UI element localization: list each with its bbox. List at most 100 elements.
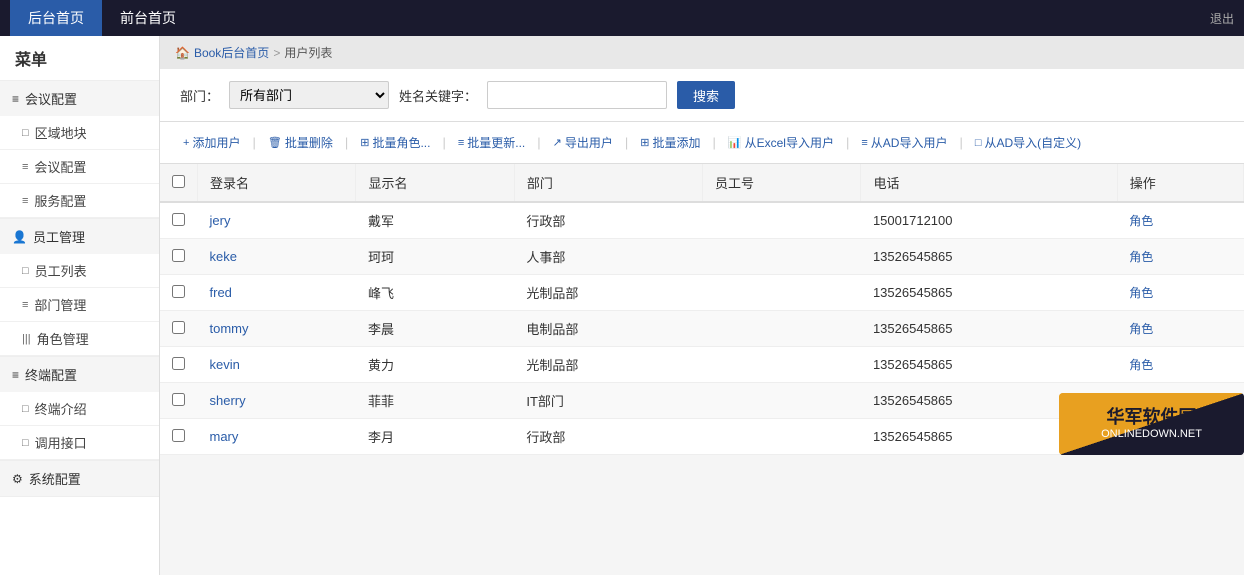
role-op-btn[interactable]: 角色 <box>1129 214 1153 228</box>
search-button[interactable]: 搜索 <box>677 81 735 109</box>
login-name-link[interactable]: jery <box>210 213 231 228</box>
sidebar-group-system-label: 系统配置 <box>29 469 81 488</box>
sidebar-item-region[interactable]: □ 区域地块 <box>0 116 159 150</box>
row-dept: 行政部 <box>514 202 702 239</box>
ad-custom-icon: □ <box>975 137 982 149</box>
row-checkbox-cell <box>160 239 198 275</box>
breadcrumb: 🏠 Book后台首页 > 用户列表 <box>160 36 1244 69</box>
row-checkbox[interactable] <box>172 393 185 406</box>
row-emp-no <box>703 202 861 239</box>
sep4: | <box>533 135 544 150</box>
add-user-btn[interactable]: + 添加用户 <box>175 130 248 155</box>
terminal-intro-icon: □ <box>22 403 29 415</box>
row-checkbox-cell <box>160 383 198 419</box>
sidebar-group-meeting-label: 会议配置 <box>25 89 77 108</box>
row-login-name: tommy <box>198 311 356 347</box>
import-ad-btn[interactable]: ≡ 从AD导入用户 <box>853 130 955 155</box>
sep2: | <box>341 135 352 150</box>
row-checkbox-cell <box>160 202 198 239</box>
main-layout: 菜单 ≡ 会议配置 □ 区域地块 ≡ 会议配置 ≡ 服务配置 👤 <box>0 36 1244 575</box>
terminal-icon: ≡ <box>12 368 19 382</box>
keyword-input[interactable] <box>487 81 667 109</box>
row-checkbox[interactable] <box>172 213 185 226</box>
service-config-icon: ≡ <box>22 195 28 207</box>
sidebar-item-dept[interactable]: ≡ 部门管理 <box>0 288 159 322</box>
sidebar-group-terminal-header[interactable]: ≡ 终端配置 <box>0 357 159 392</box>
dept-select[interactable]: 所有部门 行政部 人事部 光制品部 电制品部 IT部门 <box>229 81 389 109</box>
row-display-name: 李晨 <box>356 311 514 347</box>
row-checkbox[interactable] <box>172 357 185 370</box>
delete-icon: 🗑 <box>268 136 282 149</box>
batch-role-btn[interactable]: ⊞ 批量角色... <box>352 130 438 155</box>
role-op-btn[interactable]: 角色 <box>1129 250 1153 264</box>
sidebar-item-api[interactable]: □ 调用接口 <box>0 426 159 460</box>
sidebar-group-system: ⚙ 系统配置 <box>0 461 159 497</box>
login-name-link[interactable]: kevin <box>210 357 240 372</box>
sidebar-group-system-header[interactable]: ⚙ 系统配置 <box>0 461 159 496</box>
row-dept: 人事部 <box>514 239 702 275</box>
import-ad-custom-btn[interactable]: □ 从AD导入(自定义) <box>967 130 1089 155</box>
table-row: fred 峰飞 光制品部 13526545865 角色 <box>160 275 1244 311</box>
import-excel-btn[interactable]: 📊 从Excel导入用户 <box>720 130 842 155</box>
nav-logout[interactable]: 退出 <box>1210 10 1234 27</box>
col-emp-no: 员工号 <box>703 164 861 202</box>
role-op-btn[interactable]: 角色 <box>1129 322 1153 336</box>
select-all-checkbox[interactable] <box>172 175 185 188</box>
batch-role-label: 批量角色... <box>372 134 430 151</box>
sidebar-item-service-config[interactable]: ≡ 服务配置 <box>0 184 159 218</box>
role-op-btn[interactable]: 角色 <box>1129 286 1153 300</box>
col-display-name: 显示名 <box>356 164 514 202</box>
row-display-name: 李月 <box>356 419 514 455</box>
col-login-name: 登录名 <box>198 164 356 202</box>
row-emp-no <box>703 275 861 311</box>
row-dept: IT部门 <box>514 383 702 419</box>
sidebar-item-meeting-config[interactable]: ≡ 会议配置 <box>0 150 159 184</box>
update-icon: ≡ <box>458 137 464 149</box>
sep7: | <box>842 135 853 150</box>
sidebar-group-meeting: ≡ 会议配置 □ 区域地块 ≡ 会议配置 ≡ 服务配置 <box>0 81 159 219</box>
row-checkbox[interactable] <box>172 285 185 298</box>
nav-backend-home[interactable]: 后台首页 <box>10 0 102 36</box>
sep5: | <box>621 135 632 150</box>
login-name-link[interactable]: keke <box>210 249 237 264</box>
row-op: 角色 <box>1117 347 1243 383</box>
login-name-link[interactable]: tommy <box>210 321 249 336</box>
batch-delete-btn[interactable]: 🗑 批量删除 <box>260 130 341 155</box>
add-icon: + <box>183 137 189 149</box>
nav-frontend-home[interactable]: 前台首页 <box>102 0 194 36</box>
row-op: 角色 <box>1117 311 1243 347</box>
export-user-btn[interactable]: ↗ 导出用户 <box>545 130 621 155</box>
menu-icon: ≡ <box>12 92 19 106</box>
row-login-name: keke <box>198 239 356 275</box>
sidebar-group-meeting-header[interactable]: ≡ 会议配置 <box>0 81 159 116</box>
login-name-link[interactable]: sherry <box>210 393 246 408</box>
excel-icon: 📊 <box>728 136 742 149</box>
user-table-container: 登录名 显示名 部门 员工号 电话 操作 jery 戴军 行政部 1500171… <box>160 164 1244 455</box>
batch-update-btn[interactable]: ≡ 批量更新... <box>450 130 533 155</box>
row-phone: 13526545865 <box>861 239 1117 275</box>
sidebar-item-terminal-intro[interactable]: □ 终端介绍 <box>0 392 159 426</box>
watermark: 华军软件园 ONLINEDOWN.NET <box>1059 393 1244 455</box>
row-checkbox[interactable] <box>172 321 185 334</box>
sidebar-item-employee-list[interactable]: □ 员工列表 <box>0 254 159 288</box>
row-checkbox[interactable] <box>172 249 185 262</box>
breadcrumb-home-link[interactable]: Book后台首页 <box>194 44 269 61</box>
sidebar-group-terminal: ≡ 终端配置 □ 终端介绍 □ 调用接口 <box>0 357 159 461</box>
row-phone: 13526545865 <box>861 311 1117 347</box>
login-name-link[interactable]: mary <box>210 429 239 444</box>
row-emp-no <box>703 383 861 419</box>
table-header-row: 登录名 显示名 部门 员工号 电话 操作 <box>160 164 1244 202</box>
role-op-btn[interactable]: 角色 <box>1129 358 1153 372</box>
sidebar-item-api-label: 调用接口 <box>35 433 87 452</box>
row-login-name: sherry <box>198 383 356 419</box>
row-phone: 13526545865 <box>861 275 1117 311</box>
import-excel-label: 从Excel导入用户 <box>745 134 834 151</box>
row-dept: 行政部 <box>514 419 702 455</box>
batch-add-btn[interactable]: ⊞ 批量添加 <box>632 130 708 155</box>
sidebar-group-employee-header[interactable]: 👤 员工管理 <box>0 219 159 254</box>
login-name-link[interactable]: fred <box>210 285 232 300</box>
row-checkbox[interactable] <box>172 429 185 442</box>
sidebar-item-role[interactable]: ||| 角色管理 <box>0 322 159 356</box>
keyword-label: 姓名关键字： <box>399 86 477 105</box>
system-icon: ⚙ <box>12 472 23 486</box>
